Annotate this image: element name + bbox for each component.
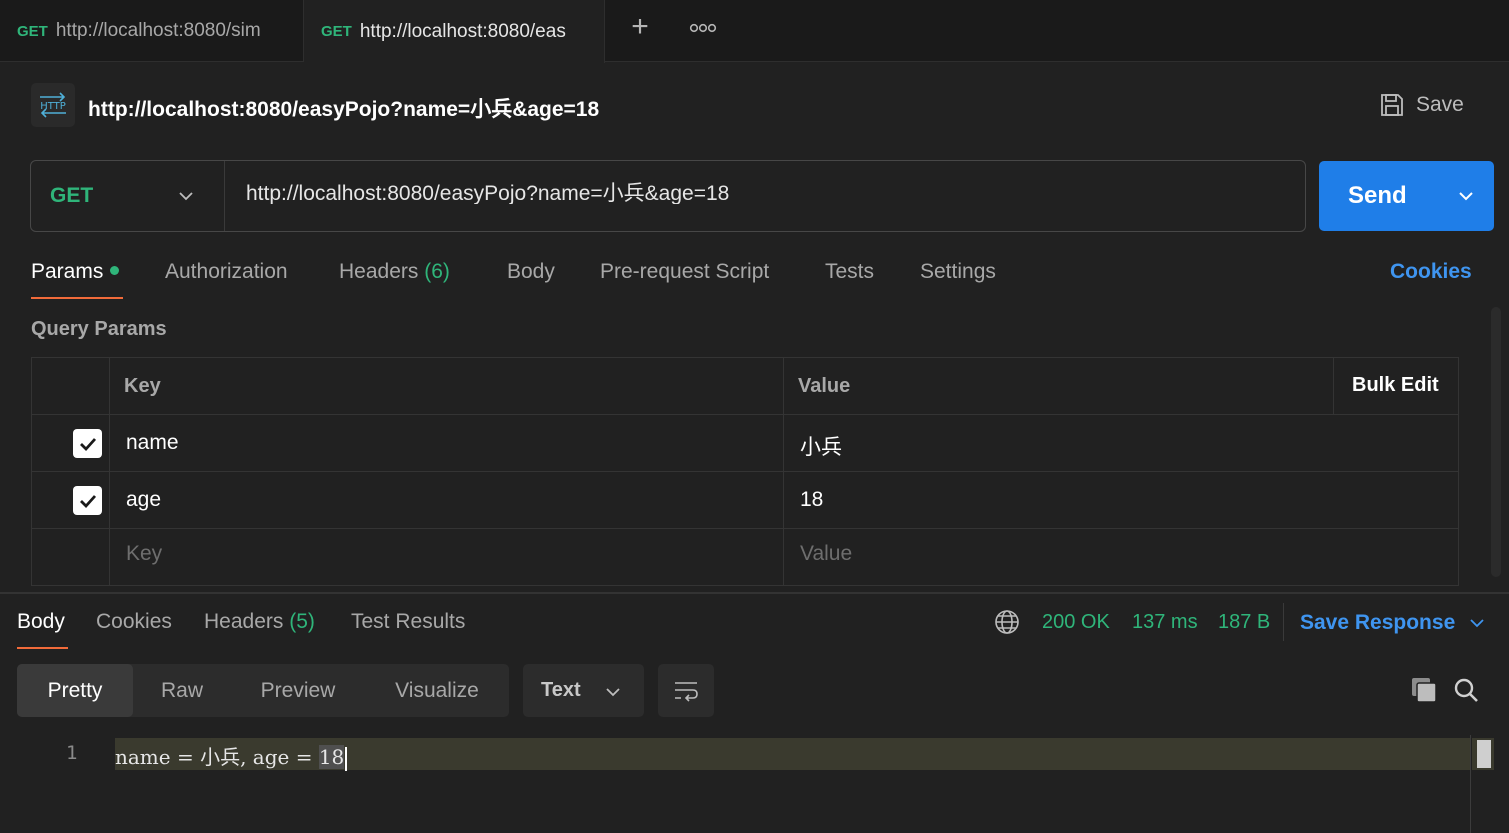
format-select[interactable]: Text: [523, 664, 644, 717]
cookies-link[interactable]: Cookies: [1390, 260, 1472, 284]
param-value[interactable]: 18: [800, 488, 823, 512]
tab-tests[interactable]: Tests: [825, 260, 874, 284]
new-param-value-input[interactable]: Value: [800, 542, 852, 566]
request-title[interactable]: http://localhost:8080/easyPojo?name=小兵&a…: [88, 93, 599, 123]
row-divider: [31, 528, 1459, 529]
chevron-down-icon: [179, 192, 193, 201]
http-request-icon: HTTP: [31, 83, 75, 127]
new-param-key-input[interactable]: Key: [126, 542, 162, 566]
view-raw-button[interactable]: Raw: [133, 664, 231, 717]
status-code[interactable]: 200 OK: [1042, 611, 1110, 634]
save-button[interactable]: Save: [1378, 88, 1464, 122]
response-tab-body[interactable]: Body: [17, 610, 65, 634]
tab-method: GET: [17, 22, 48, 40]
param-key[interactable]: name: [126, 431, 179, 455]
send-button[interactable]: Send: [1319, 161, 1494, 231]
headers-count: (6): [424, 260, 450, 283]
response-headers-count: (5): [289, 610, 315, 633]
format-label: Text: [541, 679, 581, 701]
wrap-lines-icon: [675, 681, 698, 702]
request-tab-2[interactable]: GET http://localhost:8080/eas: [304, 0, 605, 63]
tab-prerequest-script[interactable]: Pre-request Script: [600, 260, 769, 284]
ruler-marker: [1472, 738, 1494, 770]
col-divider: [783, 357, 784, 586]
bulk-edit-button[interactable]: Bulk Edit: [1352, 374, 1439, 397]
tab-url: http://localhost:8080/sim: [55, 20, 261, 41]
chevron-down-icon[interactable]: [1457, 187, 1475, 205]
more-horizontal-icon[interactable]: [688, 18, 718, 38]
view-visualize-button[interactable]: Visualize: [365, 664, 509, 717]
text-caret: [345, 746, 348, 771]
save-response-button[interactable]: Save Response: [1300, 611, 1485, 635]
scrollbar[interactable]: [1491, 307, 1501, 577]
tab-body[interactable]: Body: [507, 260, 555, 284]
column-header-value: Value: [798, 375, 851, 397]
tab-headers-label: Headers: [339, 260, 419, 283]
param-key[interactable]: age: [126, 488, 161, 512]
tab-method: GET: [321, 23, 352, 40]
method-select[interactable]: GET: [31, 161, 225, 231]
row-divider: [31, 414, 1459, 415]
response-time[interactable]: 137 ms: [1132, 611, 1198, 634]
tab-params-label: Params: [31, 260, 104, 283]
column-header-key: Key: [124, 375, 161, 397]
globe-icon[interactable]: [994, 609, 1020, 640]
view-preview-button[interactable]: Preview: [231, 664, 365, 717]
response-body-line[interactable]: name = 小兵, age = 18: [115, 741, 348, 771]
save-response-label: Save Response: [1300, 611, 1456, 634]
code-text: name = 小兵, age =: [115, 745, 319, 769]
col-divider: [109, 357, 110, 586]
url-input[interactable]: [246, 180, 1286, 204]
active-tab-underline: [17, 647, 68, 649]
response-headers-label: Headers: [204, 610, 284, 633]
row-checkbox[interactable]: [73, 429, 102, 458]
chevron-down-icon: [1470, 619, 1484, 628]
row-divider: [31, 471, 1459, 472]
tab-authorization[interactable]: Authorization: [165, 260, 288, 284]
response-tab-cookies[interactable]: Cookies: [96, 610, 172, 634]
request-tab-1[interactable]: GET http://localhost:8080/sim: [0, 0, 304, 62]
view-pretty-button[interactable]: Pretty: [17, 664, 133, 717]
response-tab-headers[interactable]: Headers (5): [204, 610, 315, 634]
status-separator: [1283, 603, 1284, 641]
tab-params[interactable]: Params: [31, 260, 120, 284]
copy-icon[interactable]: [1410, 676, 1438, 709]
search-icon[interactable]: [1452, 676, 1480, 709]
response-tab-test-results[interactable]: Test Results: [351, 610, 465, 634]
row-checkbox[interactable]: [73, 486, 102, 515]
pane-divider[interactable]: [0, 592, 1509, 594]
line-number: 1: [66, 742, 78, 764]
chevron-down-icon: [606, 688, 620, 697]
new-tab-button[interactable]: +: [624, 12, 656, 44]
checkmark-icon: [79, 494, 96, 508]
send-label: Send: [1348, 182, 1407, 209]
save-label: Save: [1416, 93, 1464, 116]
save-icon: [1381, 94, 1403, 116]
param-value[interactable]: 小兵: [800, 431, 842, 461]
active-tab-underline: [31, 297, 123, 299]
params-active-dot: [110, 265, 120, 275]
checkmark-icon: [79, 437, 96, 451]
tab-url: http://localhost:8080/eas: [359, 20, 566, 42]
selected-text: 18: [318, 745, 345, 769]
wrap-lines-button[interactable]: [658, 664, 714, 717]
editor-scroll-ruler: [1470, 735, 1471, 833]
method-label: GET: [50, 184, 94, 207]
tab-headers[interactable]: Headers (6): [339, 260, 450, 284]
col-divider: [1333, 357, 1334, 414]
tab-settings[interactable]: Settings: [920, 260, 996, 284]
query-params-title: Query Params: [31, 318, 167, 340]
response-size[interactable]: 187 B: [1218, 611, 1270, 634]
